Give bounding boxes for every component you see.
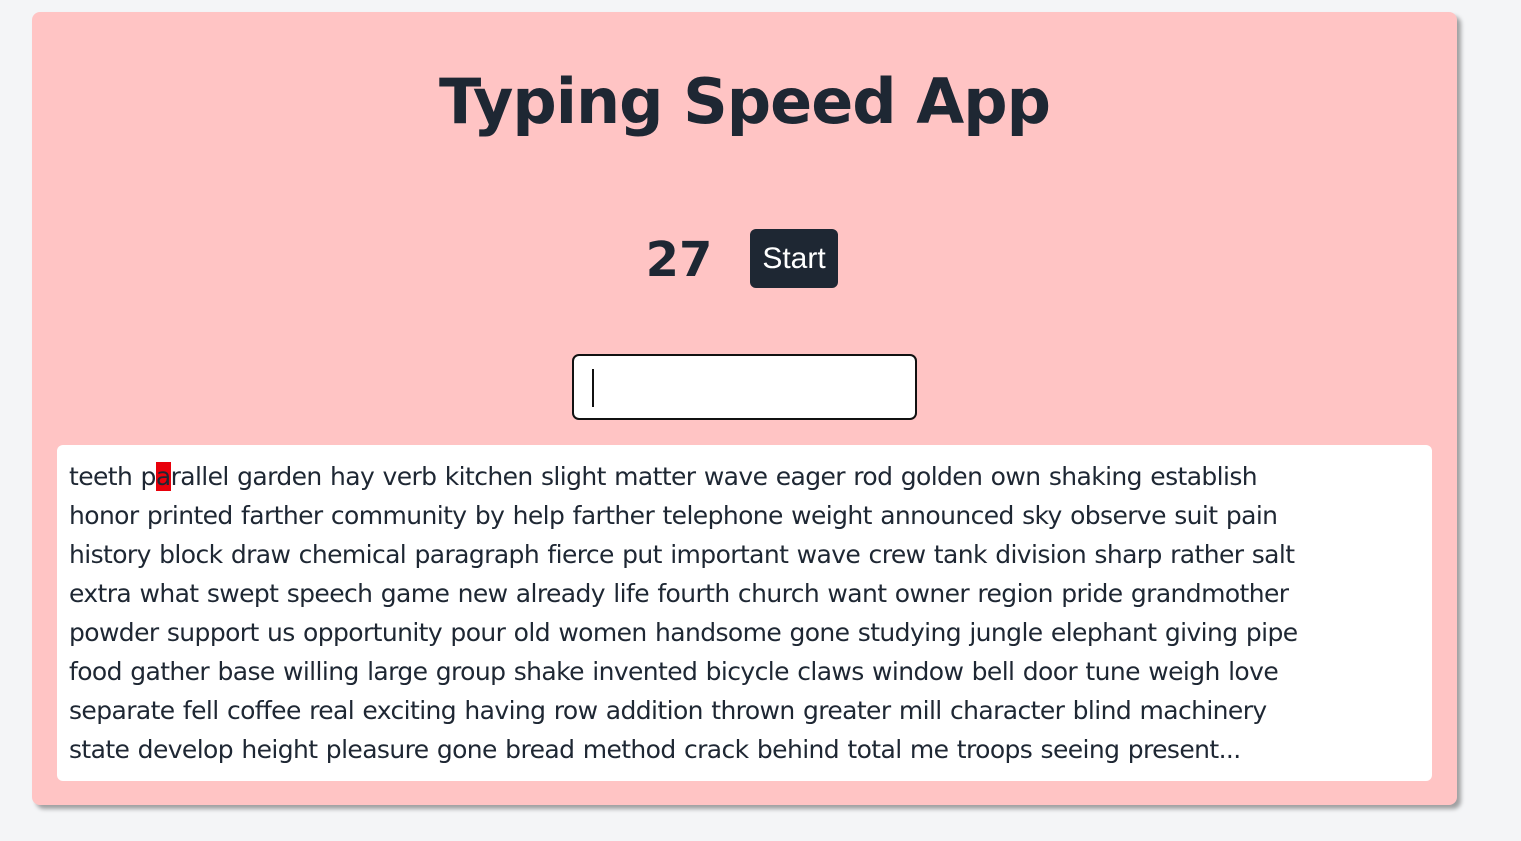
words-text: teeth parallel garden hay verb kitchen s… [69, 457, 1422, 769]
words-panel: teeth parallel garden hay verb kitchen s… [57, 445, 1432, 781]
remaining-text: rallel garden hay verb kitchen slight ma… [69, 462, 1298, 764]
text-caret [592, 369, 594, 407]
current-character: a [155, 462, 171, 491]
typed-text: teeth p [69, 462, 156, 491]
countdown-timer: 27 [645, 232, 713, 288]
start-button[interactable]: Start [750, 229, 838, 288]
app-card: Typing Speed App 27 Start teeth parallel… [32, 12, 1457, 805]
typing-input[interactable] [572, 354, 917, 420]
page-title: Typing Speed App [439, 65, 1051, 138]
